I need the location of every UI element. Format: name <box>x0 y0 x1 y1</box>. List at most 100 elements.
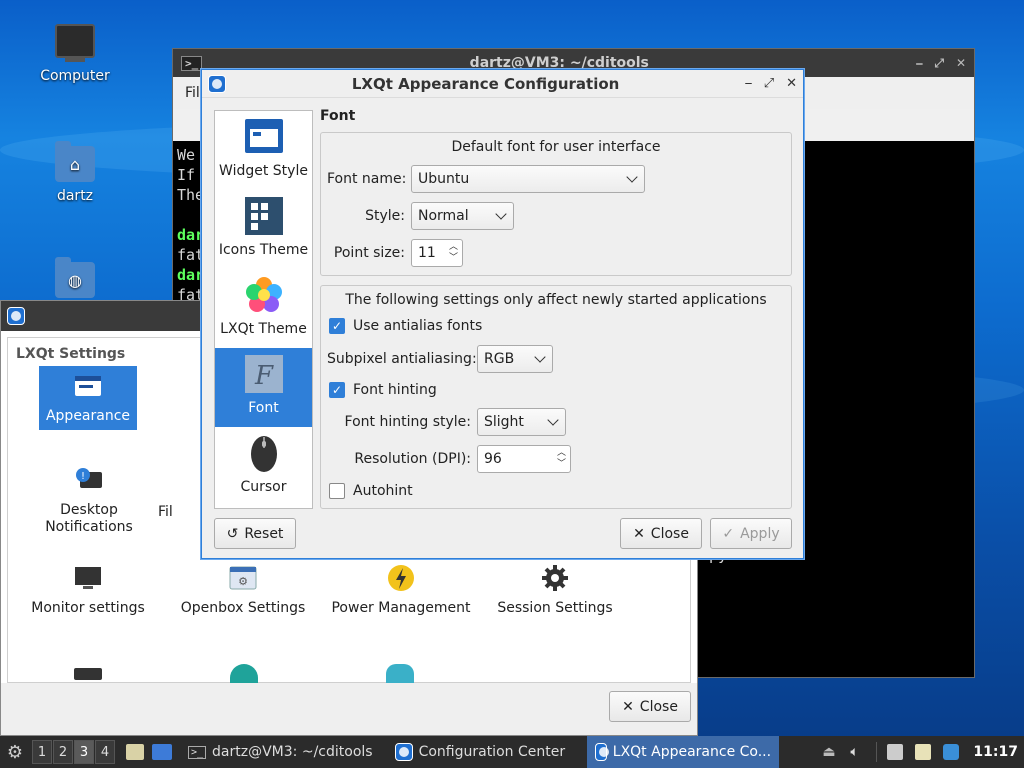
task-configuration-center[interactable]: Configuration Center <box>387 736 574 768</box>
sidebar-item-label: Font <box>248 400 279 416</box>
cursor-icon <box>244 433 284 473</box>
user-icon[interactable] <box>230 664 258 684</box>
chevron-down-icon <box>626 171 638 183</box>
widget-style-icon <box>244 117 284 157</box>
task-appearance[interactable]: LXQt Appearance Co... <box>587 736 780 768</box>
desktop-icon-computer[interactable]: Computer <box>30 24 120 84</box>
tile-file-partial[interactable]: Fil <box>158 504 198 520</box>
autohint-label: Autohint <box>353 483 413 499</box>
panel-title: Font <box>320 108 356 124</box>
tile-appearance[interactable]: Appearance <box>39 366 137 430</box>
undo-icon: ↺ <box>226 525 239 542</box>
clock[interactable]: 11:17 <box>973 744 1018 760</box>
button-label: Apply <box>740 525 780 542</box>
lxqt-theme-icon <box>244 275 284 315</box>
appearance-icon <box>73 372 103 400</box>
menu-file[interactable]: Fil <box>185 85 200 101</box>
close-icon[interactable]: ✕ <box>786 76 797 91</box>
default-font-group: Default font for user interface Font nam… <box>320 132 792 276</box>
sidebar-item-font[interactable]: F Font <box>215 348 312 427</box>
sidebar-item-icons-theme[interactable]: Icons Theme <box>215 190 312 269</box>
desktop-2[interactable]: 2 <box>53 740 73 764</box>
svg-text:!: ! <box>81 471 85 482</box>
sidebar-item-widget-style[interactable]: Widget Style <box>215 111 312 190</box>
appearance-app-icon <box>208 74 226 93</box>
desktop-1[interactable]: 1 <box>32 740 52 764</box>
terminal-icon: >_ <box>181 55 203 71</box>
spin-down-icon[interactable]: ﹀ <box>557 459 566 470</box>
settings-footer: ✕ Close <box>1 683 697 735</box>
close-x-icon: ✕ <box>622 698 634 715</box>
sidebar-item-label: Icons Theme <box>218 242 309 258</box>
apply-button[interactable]: ✓ Apply <box>710 518 792 549</box>
locale-icon[interactable] <box>386 664 414 684</box>
close-icon[interactable]: ✕ <box>956 56 966 71</box>
desktop-icon-home[interactable]: ⌂ dartz <box>30 141 120 204</box>
style-value: Normal <box>418 208 469 224</box>
appearance-icon <box>595 743 609 761</box>
keyboard-icon[interactable] <box>74 668 102 680</box>
tile-power-management[interactable]: Power Management <box>326 564 476 616</box>
eject-icon[interactable]: ⏏ <box>822 744 838 760</box>
show-desktop-icon[interactable] <box>152 744 172 760</box>
subpixel-label: Subpixel antialiasing: <box>327 351 477 367</box>
close-button[interactable]: ✕ Close <box>620 518 702 549</box>
tile-label: Power Management <box>331 600 471 616</box>
point-size-spinbox[interactable]: 11 ︿ ﹀ <box>411 239 463 267</box>
desktop-icon-network[interactable]: ◍ <box>30 257 120 302</box>
autohint-checkbox-row[interactable]: Autohint <box>329 483 413 499</box>
minimize-icon[interactable]: ⎯ <box>916 56 922 71</box>
volume-icon[interactable]: 🔈︎ <box>850 744 866 760</box>
antialias-checkbox[interactable]: ✓ <box>329 318 345 334</box>
spin-up-icon[interactable]: ︿ <box>557 448 566 459</box>
hinting-style-label: Font hinting style: <box>344 414 471 430</box>
hinting-checkbox[interactable]: ✓ <box>329 382 345 398</box>
subpixel-combo[interactable]: RGB <box>477 345 553 373</box>
settings-heading: LXQt Settings <box>16 346 126 362</box>
antialias-checkbox-row[interactable]: ✓ Use antialias fonts <box>329 318 482 334</box>
task-terminal[interactable]: >_ dartz@VM3: ~/cditools <box>180 736 381 768</box>
autohint-checkbox[interactable] <box>329 483 345 499</box>
chevron-down-icon <box>547 414 559 426</box>
sidebar-item-cursor[interactable]: Cursor <box>215 427 312 506</box>
icons-theme-icon <box>244 196 284 236</box>
spin-up-icon[interactable]: ︿ <box>449 242 458 253</box>
tile-openbox-settings[interactable]: ⚙ Openbox Settings <box>168 564 318 616</box>
main-menu-icon[interactable]: ⚙ <box>0 742 30 763</box>
font-name-combo[interactable]: Ubuntu <box>411 165 645 193</box>
hinting-checkbox-row[interactable]: ✓ Font hinting <box>329 382 437 398</box>
point-size-value: 11 <box>418 245 436 261</box>
taskbar: ⚙ 1 2 3 4 >_ dartz@VM3: ~/cditools Confi… <box>0 736 1024 768</box>
tile-session-settings[interactable]: Session Settings <box>480 564 630 616</box>
settings-close-button[interactable]: ✕ Close <box>609 691 691 722</box>
task-label: dartz@VM3: ~/cditools <box>212 744 373 760</box>
maximize-icon[interactable]: ⤢ <box>934 56 944 71</box>
maximize-icon[interactable]: ⤢ <box>764 76 774 91</box>
reset-button[interactable]: ↺ Reset <box>214 518 296 549</box>
tile-monitor-settings[interactable]: Monitor settings <box>13 564 163 616</box>
power-icon <box>386 564 416 592</box>
spin-down-icon[interactable]: ﹀ <box>449 253 458 264</box>
svg-text:F: F <box>253 361 273 391</box>
point-size-label: Point size: <box>333 245 405 261</box>
network-folder-icon: ◍ <box>55 257 95 298</box>
minimize-icon[interactable]: ⎯ <box>745 76 752 91</box>
system-tray: ⏏ 🔈︎ 11:17 <box>816 742 1024 762</box>
desktop-icon-label: Computer <box>40 68 110 84</box>
desktop-3[interactable]: 3 <box>74 740 94 764</box>
category-sidebar: Widget Style Icons Theme LXQt Theme F Fo… <box>214 110 313 509</box>
sidebar-item-lxqt-theme[interactable]: LXQt Theme <box>215 269 312 348</box>
appearance-dialog[interactable]: LXQt Appearance Configuration ⎯ ⤢ ✕ Widg… <box>201 69 804 559</box>
hinting-style-combo[interactable]: Slight <box>477 408 566 436</box>
style-combo[interactable]: Normal <box>411 202 514 230</box>
tile-desktop-notifications[interactable]: ! Desktop Notifications <box>14 466 164 536</box>
network-icon[interactable] <box>887 744 904 760</box>
dpi-spinbox[interactable]: 96 ︿ ﹀ <box>477 445 571 473</box>
updates-icon[interactable] <box>943 744 960 760</box>
file-manager-launcher-icon[interactable] <box>126 744 144 760</box>
svg-text:⚙: ⚙ <box>238 575 248 588</box>
clipboard-icon[interactable] <box>915 744 932 760</box>
chevron-down-icon <box>495 208 507 220</box>
dialog-titlebar[interactable]: LXQt Appearance Configuration ⎯ ⤢ ✕ <box>202 70 803 98</box>
desktop-4[interactable]: 4 <box>95 740 115 764</box>
